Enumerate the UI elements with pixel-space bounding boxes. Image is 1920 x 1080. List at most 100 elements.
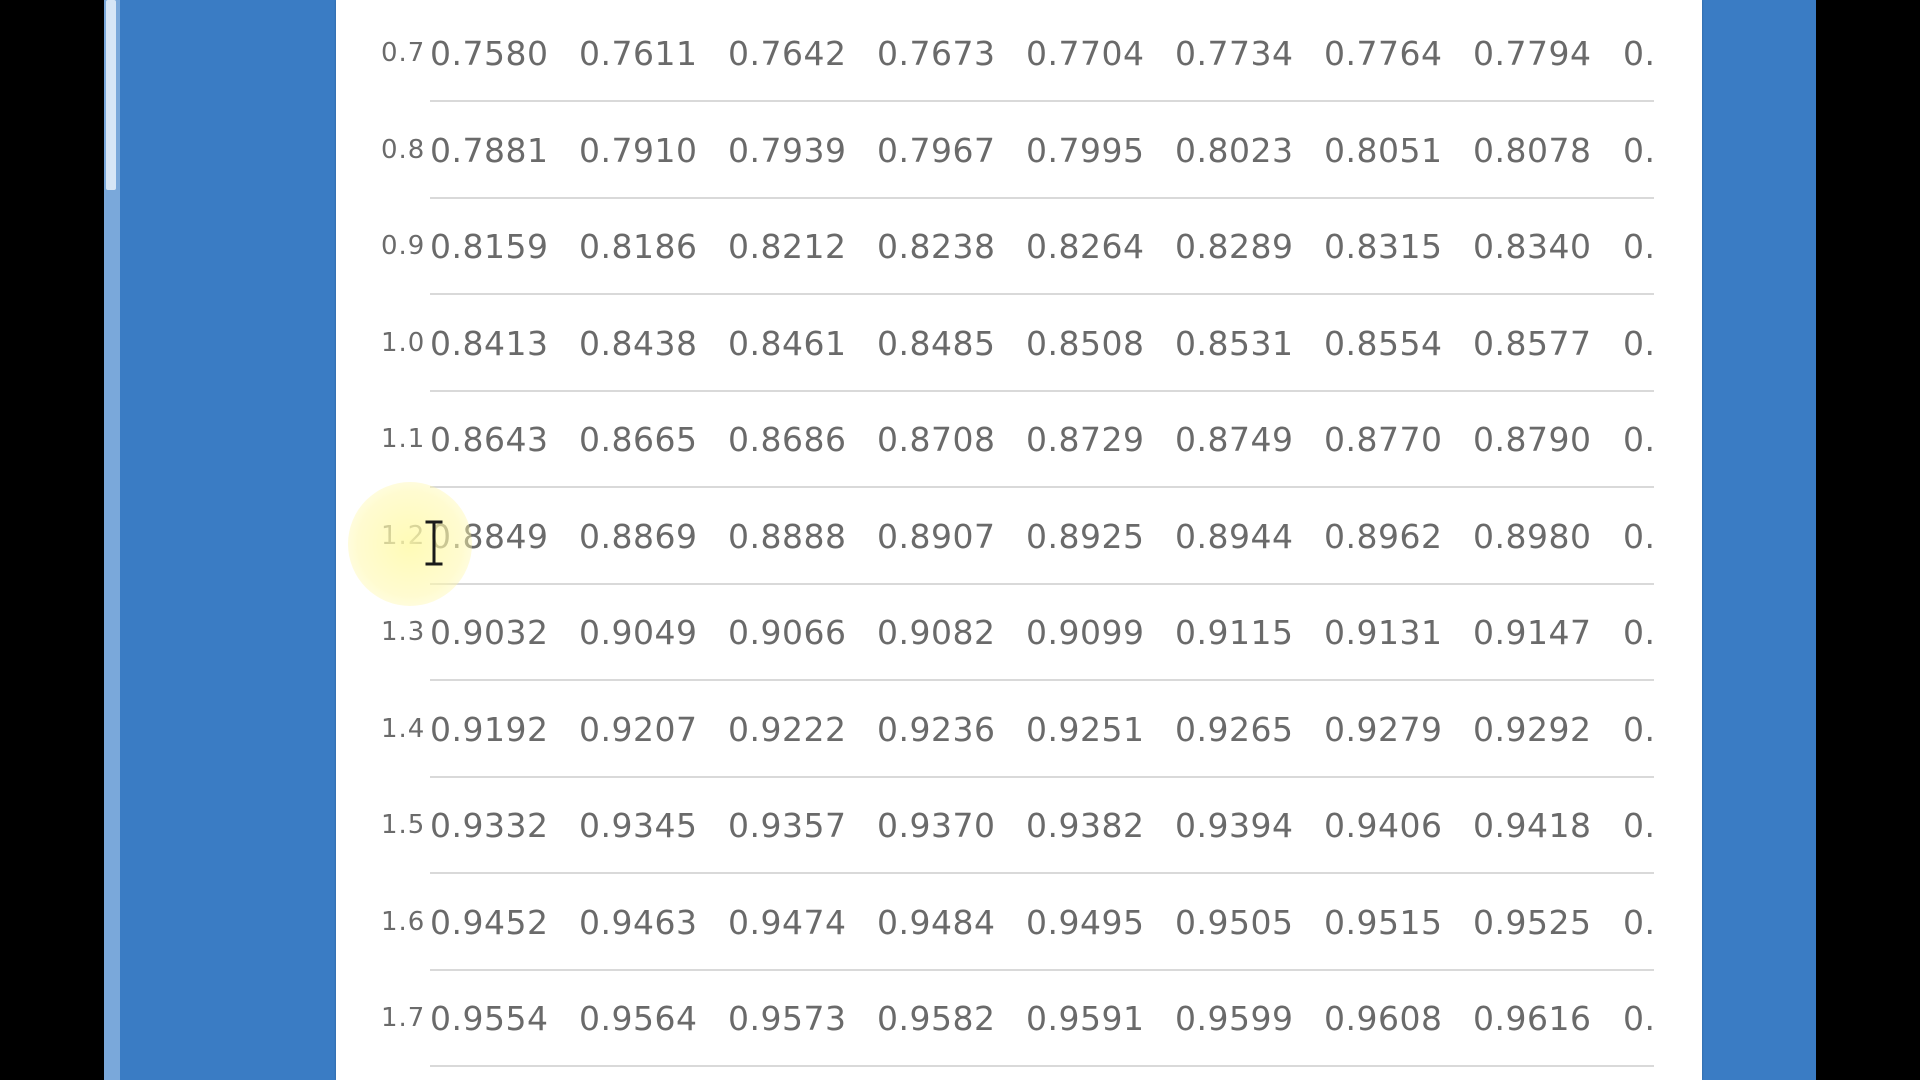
table-row: 1.3 0.9032 0.9049 0.9066 0.9082 0.9099 0.9115 0… <box>336 579 1702 681</box>
table-cell: 0.7704 <box>1026 34 1145 73</box>
table-cell: 0.8238 <box>877 227 996 266</box>
table-row: 1.6 0.9452 0.9463 0.9474 0.9484 0.9495 0.9505 0… <box>336 869 1702 971</box>
table-cell: 0.8869 <box>579 516 698 556</box>
table-row: 1.4 0.9192 0.9207 0.9222 0.9236 0.9251 0.9265 0… <box>336 676 1702 778</box>
document-page[interactable]: 0.7 0.7580 0.7611 0.7642 0.7673 0.7704 0.7734 0… <box>336 0 1702 1080</box>
table-row: 1.2 0.8849 0.8869 0.8888 0.8907 0.8925 0.8944 0… <box>336 483 1702 585</box>
screen-edge <box>1816 0 1920 1080</box>
table-cell: 0. <box>1623 34 1656 73</box>
table-cell: 0.9147 <box>1473 613 1592 652</box>
z-value-label: 1.4 <box>381 713 426 744</box>
table-cell: 0.7642 <box>728 34 847 73</box>
table-cell: 0.8749 <box>1175 420 1294 459</box>
z-value-label: 1.1 <box>381 424 426 454</box>
table-cell: 0.9082 <box>877 613 996 652</box>
table-cell: 0.7910 <box>579 130 698 170</box>
table-cell: 0.8289 <box>1175 227 1294 266</box>
table-cell: 0.9525 <box>1473 902 1592 942</box>
table-row: 1.1 0.8643 0.8665 0.8686 0.8708 0.8729 0.8749 0… <box>336 386 1702 488</box>
table-cell: 0.9345 <box>579 806 698 845</box>
table-cell: 0.8485 <box>877 323 996 363</box>
table-cell: 0.8186 <box>579 227 698 266</box>
table-cell: 0.9505 <box>1175 902 1294 942</box>
table-cell: 0.9192 <box>430 709 549 749</box>
z-value-label: 0.9 <box>381 231 426 261</box>
row-divider <box>430 1065 1654 1067</box>
table-cell: 0.8023 <box>1175 130 1294 170</box>
table-cell: 0. <box>1623 806 1656 845</box>
table-cell: 0.9452 <box>430 902 549 942</box>
table-cell: 0.9463 <box>579 902 698 942</box>
table-cell: 0.7794 <box>1473 34 1592 73</box>
table-cell: 0.8849 <box>430 516 549 556</box>
normal-distribution-table: 0.7 0.7580 0.7611 0.7642 0.7673 0.7704 0.7734 0… <box>336 0 1702 1080</box>
table-cell: 0.8461 <box>728 323 847 363</box>
table-cell: 0.9608 <box>1324 999 1443 1038</box>
table-cell: 0. <box>1623 902 1656 942</box>
table-cell: 0.9131 <box>1324 613 1443 652</box>
table-cell: 0.8159 <box>430 227 549 266</box>
z-value-label: 1.0 <box>381 327 426 358</box>
table-cell: 0.9582 <box>877 999 996 1038</box>
table-cell: 0.7580 <box>430 34 549 73</box>
table-cell: 0.9495 <box>1026 902 1145 942</box>
table-cell: 0.8315 <box>1324 227 1443 266</box>
table-cell: 0.9554 <box>430 999 549 1038</box>
table-cell: 0.8577 <box>1473 323 1592 363</box>
table-cell: 0.7611 <box>579 34 698 73</box>
table-cell: 0.8770 <box>1324 420 1443 459</box>
table-cell: 0.9406 <box>1324 806 1443 845</box>
table-cell: 0.9484 <box>877 902 996 942</box>
scrollbar-thumb[interactable] <box>106 0 116 190</box>
table-row: 1.5 0.9332 0.9345 0.9357 0.9370 0.9382 0.9394 0… <box>336 772 1702 874</box>
table-cell: 0.8264 <box>1026 227 1145 266</box>
table-cell: 0.8980 <box>1473 516 1592 556</box>
table-cell: 0.7939 <box>728 130 847 170</box>
table-cell: 0. <box>1623 130 1656 170</box>
table-cell: 0.8790 <box>1473 420 1592 459</box>
table-cell: 0.9382 <box>1026 806 1145 845</box>
table-cell: 0.8508 <box>1026 323 1145 363</box>
table-cell: 0. <box>1623 227 1656 266</box>
table-row: 1.0 0.8413 0.8438 0.8461 0.8485 0.8508 0.8531 0… <box>336 290 1702 392</box>
table-cell: 0.9251 <box>1026 709 1145 749</box>
table-cell: 0.9236 <box>877 709 996 749</box>
table-cell: 0.9099 <box>1026 613 1145 652</box>
table-cell: 0.8643 <box>430 420 549 459</box>
table-cell: 0.9292 <box>1473 709 1592 749</box>
table-cell: 0. <box>1623 420 1656 459</box>
z-value-label: 0.8 <box>381 134 426 165</box>
table-cell: 0. <box>1623 516 1656 556</box>
z-value-label: 1.6 <box>381 906 426 937</box>
table-cell: 0.7967 <box>877 130 996 170</box>
table-row: 0.7 0.7580 0.7611 0.7642 0.7673 0.7704 0.7734 0… <box>336 0 1702 102</box>
table-cell: 0.7734 <box>1175 34 1294 73</box>
table-row: 0.8 0.7881 0.7910 0.7939 0.7967 0.7995 0.8023 0… <box>336 97 1702 199</box>
table-cell: 0.8340 <box>1473 227 1592 266</box>
table-cell: 0.8554 <box>1324 323 1443 363</box>
table-cell: 0.9357 <box>728 806 847 845</box>
z-value-label: 1.3 <box>381 617 426 647</box>
table-cell: 0.8729 <box>1026 420 1145 459</box>
table-cell: 0.9115 <box>1175 613 1294 652</box>
table-cell: 0.9066 <box>728 613 847 652</box>
table-cell: 0.9032 <box>430 613 549 652</box>
table-cell: 0.7673 <box>877 34 996 73</box>
table-cell: 0.8962 <box>1324 516 1443 556</box>
table-cell: 0.8212 <box>728 227 847 266</box>
table-cell: 0. <box>1623 613 1656 652</box>
table-cell: 0.8888 <box>728 516 847 556</box>
table-cell: 0. <box>1623 709 1656 749</box>
table-cell: 0.8925 <box>1026 516 1145 556</box>
table-cell: 0.8531 <box>1175 323 1294 363</box>
table-cell: 0.9049 <box>579 613 698 652</box>
table-cell: 0.9599 <box>1175 999 1294 1038</box>
table-cell: 0.9591 <box>1026 999 1145 1038</box>
table-cell: 0.9394 <box>1175 806 1294 845</box>
table-cell: 0.9279 <box>1324 709 1443 749</box>
table-cell: 0. <box>1623 999 1656 1038</box>
screen: 0.7 0.7580 0.7611 0.7642 0.7673 0.7704 0.7734 0… <box>0 0 1920 1080</box>
z-value-label: 1.2 <box>381 520 426 551</box>
table-cell: 0.9573 <box>728 999 847 1038</box>
z-value-label: 0.7 <box>381 38 426 68</box>
